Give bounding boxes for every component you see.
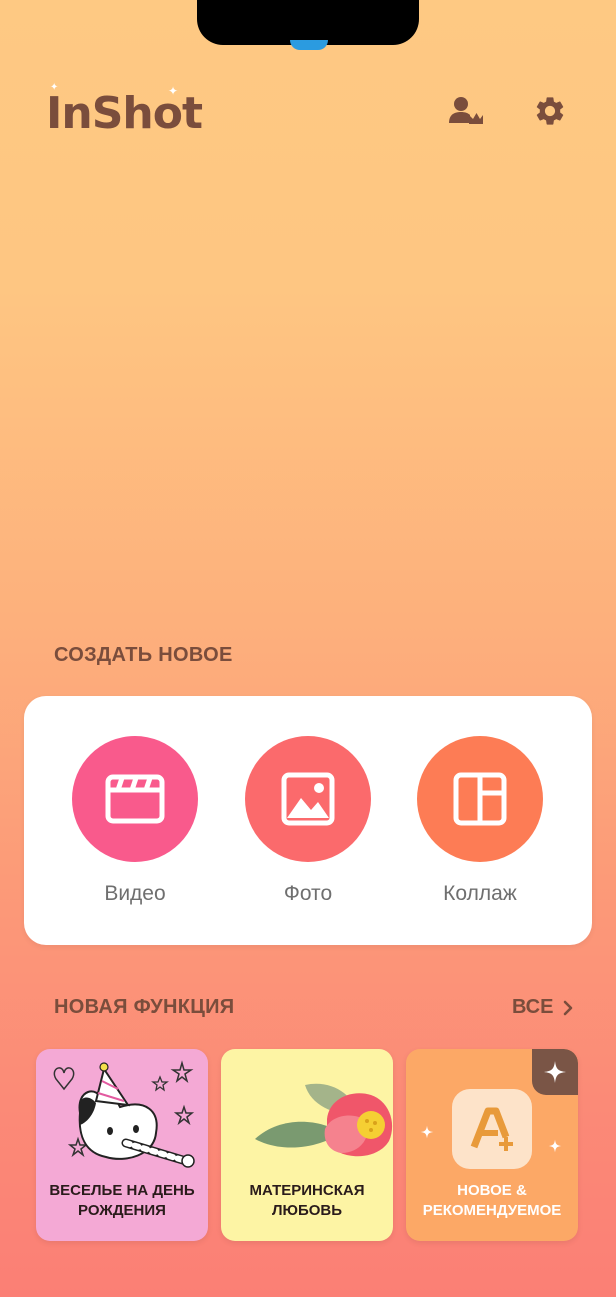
- collage-circle: [417, 736, 543, 862]
- create-collage-button[interactable]: Коллаж: [417, 736, 543, 906]
- feature-label-line: РЕКОМЕНДУЕМОЕ: [422, 1202, 562, 1219]
- sparkle-icon: ✦: [168, 84, 178, 98]
- feature-label-mothers-love: МАТЕРИНСКАЯ ЛЮБОВЬ: [221, 1181, 393, 1221]
- clapperboard-icon: [105, 774, 165, 824]
- user-crown-icon: [449, 97, 483, 124]
- collage-label: Коллаж: [443, 882, 517, 905]
- pro-account-button[interactable]: [447, 92, 485, 130]
- features-section-title: НОВАЯ ФУНКЦИЯ: [54, 996, 235, 1018]
- camera-notch: [197, 0, 419, 45]
- sparkle-icon: [420, 1125, 434, 1139]
- create-card: Видео Фото Коллаж: [24, 696, 592, 945]
- see-all-link[interactable]: ВСЕ: [512, 996, 573, 1019]
- flower-illustration: [255, 1083, 393, 1157]
- text-tool-tile: [452, 1089, 532, 1169]
- sparkle-icon: [548, 1139, 562, 1153]
- photo-circle: [245, 736, 371, 862]
- feature-label-line: РОЖДЕНИЯ: [78, 1202, 166, 1219]
- collage-icon: [453, 772, 507, 826]
- feature-label-birthday: ВЕСЕЛЬЕ НА ДЕНЬ РОЖДЕНИЯ: [36, 1181, 208, 1221]
- settings-button[interactable]: [531, 92, 569, 130]
- feature-label-line: ЛЮБОВЬ: [271, 1202, 343, 1219]
- image-icon: [281, 772, 335, 826]
- feature-label-line: ВЕСЕЛЬЕ НА ДЕНЬ: [49, 1182, 195, 1199]
- sparkle-icon: ✦: [50, 82, 58, 93]
- party-cat-illustration: [53, 1060, 195, 1168]
- feature-card-new-featured[interactable]: НОВОЕ & РЕКОМЕНДУЕМОЕ: [406, 1049, 578, 1241]
- create-photo-button[interactable]: Фото: [245, 736, 371, 906]
- sparkle-icon: [544, 1061, 566, 1083]
- feature-label-line: НОВОЕ &: [457, 1182, 527, 1199]
- video-label: Видео: [104, 882, 166, 905]
- feature-card-mothers-love[interactable]: МАТЕРИНСКАЯ ЛЮБОВЬ: [221, 1049, 393, 1241]
- see-all-label: ВСЕ: [512, 996, 554, 1018]
- create-section-title: СОЗДАТЬ НОВОЕ: [54, 644, 233, 666]
- feature-label-line: МАТЕРИНСКАЯ: [249, 1182, 365, 1199]
- status-indicator: [290, 40, 328, 50]
- text-plus-icon: [470, 1107, 513, 1151]
- feature-label-new-featured: НОВОЕ & РЕКОМЕНДУЕМОЕ: [406, 1181, 578, 1221]
- feature-card-birthday[interactable]: ВЕСЕЛЬЕ НА ДЕНЬ РОЖДЕНИЯ: [36, 1049, 208, 1241]
- photo-label: Фото: [283, 882, 333, 905]
- video-circle: [72, 736, 198, 862]
- app-logo: InShot ✦ ✦: [46, 82, 203, 139]
- create-video-button[interactable]: Видео: [72, 736, 198, 906]
- new-badge: [532, 1049, 578, 1095]
- gear-icon: [536, 97, 564, 125]
- chevron-right-icon: [564, 1000, 573, 1015]
